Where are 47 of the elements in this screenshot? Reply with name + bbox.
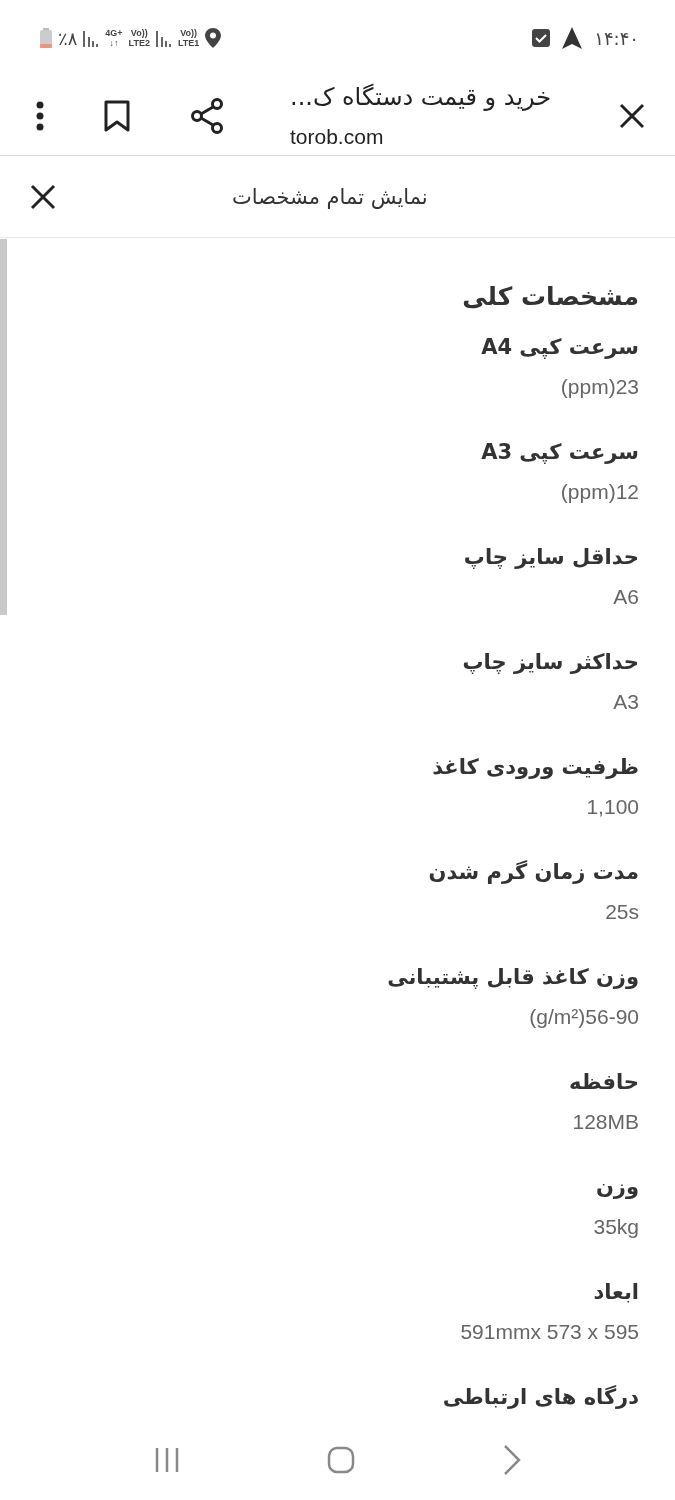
spec-value: A3 bbox=[613, 689, 639, 715]
spec-value: 1,100 bbox=[586, 794, 639, 820]
spec-value: (ppm)12 bbox=[560, 479, 639, 505]
spec-label: ظرفیت ورودی کاغذ bbox=[432, 754, 639, 781]
network-label: LTE2 bbox=[128, 38, 150, 48]
spec-label: مدت زمان گرم شدن bbox=[428, 859, 639, 886]
battery-icon bbox=[40, 28, 52, 48]
close-icon bbox=[619, 102, 645, 129]
spec-label: درگاه های ارتباطی bbox=[442, 1384, 639, 1411]
spec-label: وزن bbox=[595, 1174, 639, 1201]
battery-percentage: ٪۸ bbox=[58, 27, 78, 49]
spec-label: سرعت کپی A3 bbox=[481, 439, 639, 466]
bookmark-icon bbox=[104, 99, 130, 132]
spec-value: 128MB bbox=[572, 1109, 639, 1135]
spec-value: (g/m²)56-90 bbox=[529, 1004, 639, 1030]
spec-value: 25s bbox=[605, 899, 639, 925]
section-title: مشخصات کلی bbox=[461, 282, 639, 311]
spec-label: حداقل سایز چاپ bbox=[463, 544, 639, 571]
signal-icon bbox=[83, 29, 100, 47]
checkbox-icon bbox=[532, 29, 551, 47]
signal-icon bbox=[155, 29, 172, 47]
navigation-icon bbox=[562, 27, 583, 49]
scrollbar[interactable] bbox=[0, 239, 7, 615]
home-icon bbox=[327, 1446, 356, 1474]
spec-label: حداکثر سایز چاپ bbox=[462, 649, 639, 676]
spec-label: سرعت کپی A4 bbox=[481, 334, 639, 361]
location-icon bbox=[205, 28, 222, 48]
clock: ۱۴:۴۰ bbox=[594, 27, 639, 49]
share-icon bbox=[190, 97, 224, 134]
more-options-icon bbox=[36, 100, 44, 131]
network-label: Vo)) bbox=[180, 28, 198, 38]
network-label: 4G+ bbox=[105, 28, 123, 38]
spec-value: 35kg bbox=[593, 1214, 639, 1240]
spec-value: 591mmx 573 x 595 bbox=[460, 1319, 639, 1345]
panel-title: نمایش تمام مشخصات bbox=[232, 184, 428, 209]
network-label: Vo)) bbox=[130, 28, 148, 38]
spec-label: وزن کاغذ قابل پشتیبانی bbox=[387, 964, 639, 991]
page-url: torob.com bbox=[290, 124, 384, 149]
back-icon bbox=[501, 1444, 522, 1476]
network-label: LTE1 bbox=[177, 38, 200, 48]
close-icon bbox=[30, 183, 56, 210]
spec-label: ابعاد bbox=[593, 1279, 639, 1306]
page-title: خرید و قیمت دستگاه ک... bbox=[290, 82, 552, 111]
spec-value: A6 bbox=[613, 584, 639, 610]
spec-value: (ppm)23 bbox=[560, 374, 639, 400]
spec-label: حافظه bbox=[569, 1069, 639, 1096]
network-label: ↓↑ bbox=[109, 38, 119, 48]
